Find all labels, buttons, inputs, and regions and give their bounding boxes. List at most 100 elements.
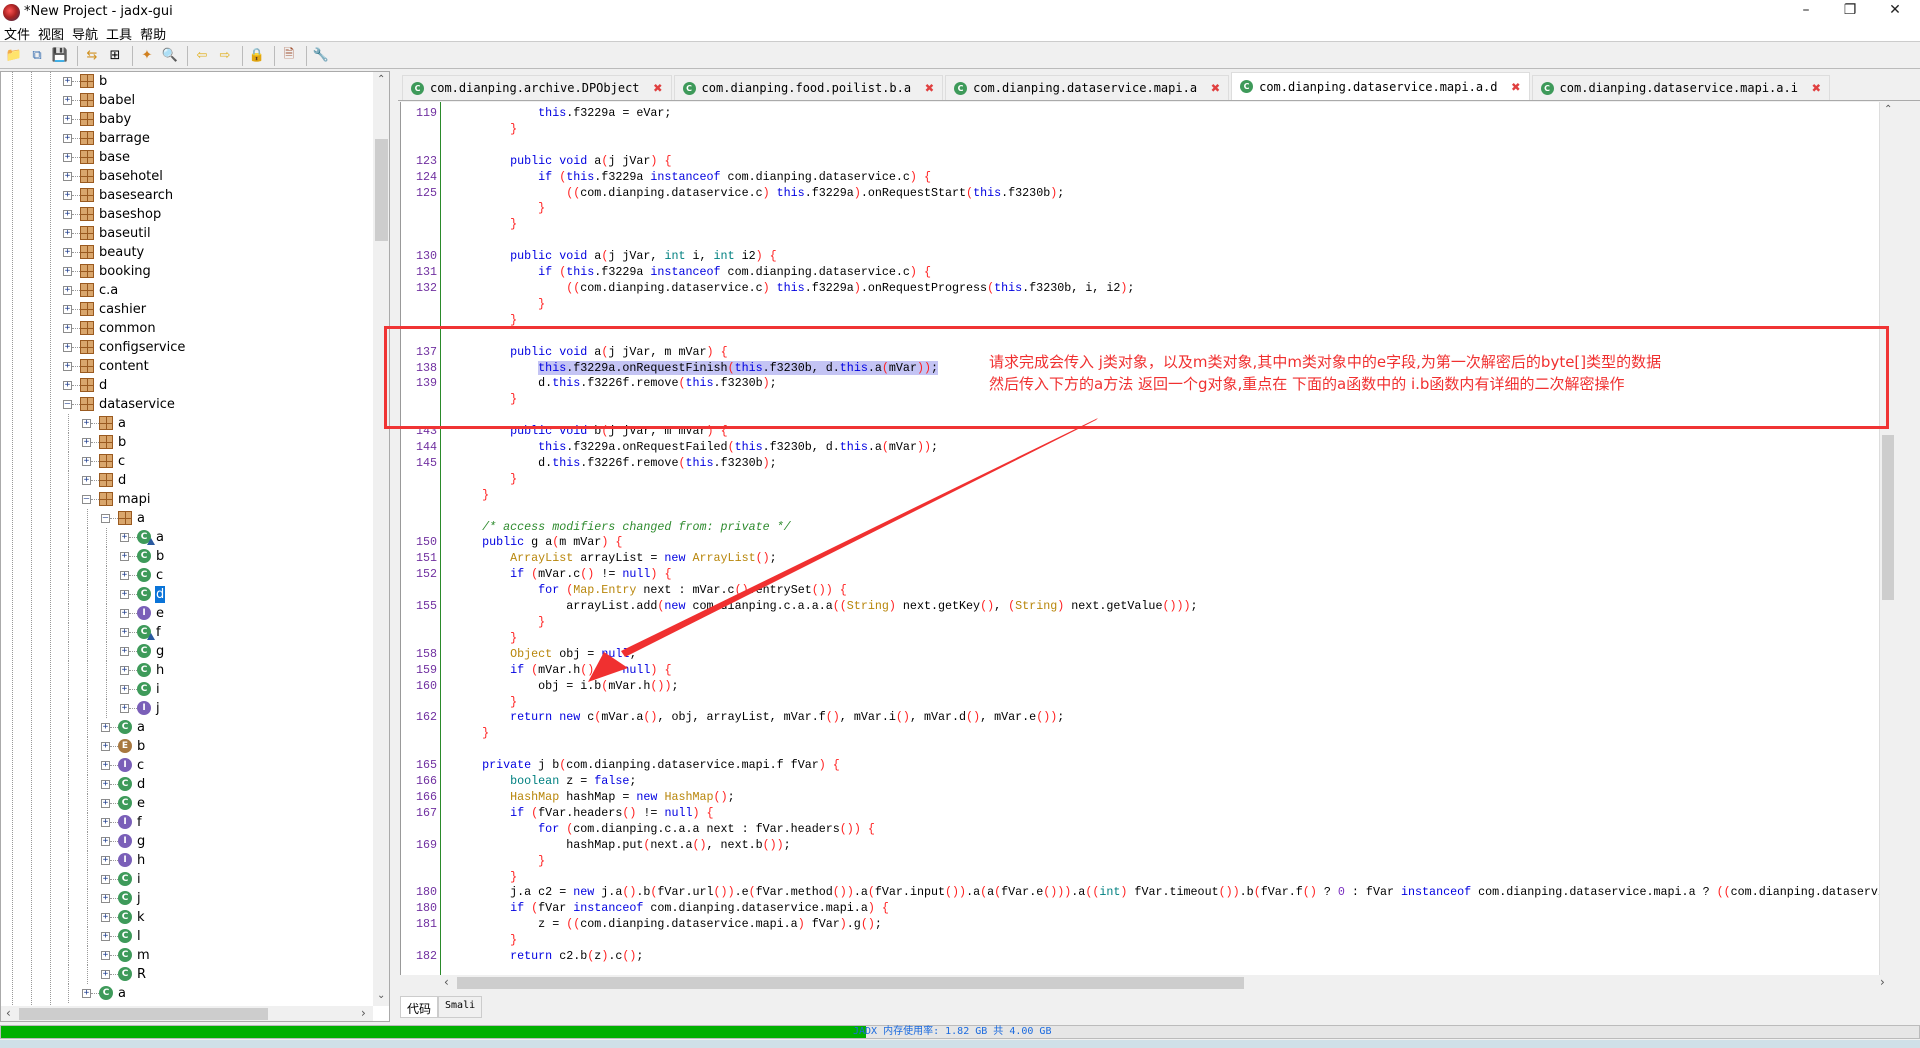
tree-item[interactable]: + Ca (1, 718, 373, 737)
editor-tab[interactable]: Ccom.dianping.archive.DPObject ✖ (402, 75, 672, 100)
deobfuscation-icon[interactable]: 🔒 (247, 46, 267, 66)
code-line[interactable]: 180 if (fVar instanceof com.dianping.dat… (401, 901, 1894, 917)
code-line[interactable]: } (401, 297, 1894, 313)
expand-icon[interactable]: + (63, 305, 72, 314)
code-line[interactable]: } (401, 726, 1894, 742)
scroll-left-icon[interactable]: ‹ (6, 1006, 11, 1020)
code-line[interactable]: } (401, 488, 1894, 504)
editor-tab[interactable]: Ccom.dianping.dataservice.mapi.a ✖ (945, 75, 1230, 100)
expand-icon[interactable]: + (101, 780, 110, 789)
expand-icon[interactable]: + (101, 723, 110, 732)
code-vertical-scrollbar[interactable]: ⌃ (1879, 102, 1894, 975)
code-line[interactable]: } (401, 472, 1894, 488)
close-tab-icon[interactable]: ✖ (1211, 79, 1220, 97)
expand-icon[interactable]: + (63, 362, 72, 371)
tree-item[interactable]: + Ci (1, 870, 373, 889)
tab-smali[interactable]: Smali (438, 996, 483, 1018)
expand-icon[interactable]: + (63, 381, 72, 390)
tree-item[interactable]: + Cg (1, 642, 373, 661)
tree-item[interactable]: + cashier (1, 300, 373, 319)
scroll-right-icon[interactable]: › (361, 1006, 366, 1020)
code-line[interactable]: } (401, 217, 1894, 233)
code-line[interactable]: 159 if (mVar.h() != null) { (401, 663, 1894, 679)
close-icon[interactable]: ✕ (1875, 2, 1915, 24)
expand-icon[interactable]: + (120, 685, 129, 694)
code-line[interactable]: for (com.dianping.c.a.a next : fVar.head… (401, 822, 1894, 838)
tree-item[interactable]: + Ch (1, 661, 373, 680)
collapse-icon[interactable]: – (82, 495, 91, 504)
code-line[interactable]: 180 j.a c2 = new j.a().b(fVar.url()).e(f… (401, 885, 1894, 901)
expand-icon[interactable]: + (101, 875, 110, 884)
tree-item[interactable]: + Ig (1, 832, 373, 851)
expand-icon[interactable]: + (63, 134, 72, 143)
collapse-icon[interactable]: – (63, 400, 72, 409)
expand-icon[interactable]: + (120, 609, 129, 618)
code-line[interactable]: 160 obj = i.b(mVar.h()); (401, 679, 1894, 695)
code-line[interactable] (401, 329, 1894, 345)
scroll-down-icon[interactable]: ⌄ (377, 990, 385, 1001)
code-line[interactable]: } (401, 933, 1894, 949)
expand-icon[interactable]: + (63, 96, 72, 105)
scroll-left-icon[interactable]: ‹ (444, 975, 449, 989)
code-line[interactable]: 124 if (this.f3229a instanceof com.dianp… (401, 170, 1894, 186)
code-line[interactable]: } (401, 313, 1894, 329)
sync-icon[interactable]: ⇆ (82, 46, 102, 66)
code-line[interactable] (401, 233, 1894, 249)
tree-item[interactable]: + baby (1, 110, 373, 129)
close-tab-icon[interactable]: ✖ (925, 79, 934, 97)
split-pane-divider[interactable] (390, 71, 398, 1022)
preferences-icon[interactable]: 🔧 (311, 46, 331, 66)
expand-icon[interactable]: + (120, 571, 129, 580)
decompile-icon[interactable]: ✦ (137, 46, 157, 66)
code-line[interactable]: 158 Object obj = null; (401, 647, 1894, 663)
tree-item[interactable]: + booking (1, 262, 373, 281)
tree-item[interactable]: + Ih (1, 851, 373, 870)
tree-item[interactable]: + Cm (1, 946, 373, 965)
expand-icon[interactable]: + (101, 837, 110, 846)
expand-icon[interactable]: + (63, 343, 72, 352)
tree-item[interactable]: + basehotel (1, 167, 373, 186)
expand-icon[interactable]: + (120, 552, 129, 561)
flatten-icon[interactable]: ⊞ (105, 46, 125, 66)
expand-icon[interactable]: + (120, 628, 129, 637)
code-editor[interactable]: 119 this.f3229a = eVar; } 123 public void… (400, 102, 1894, 975)
tree-item[interactable]: + Eb (1, 737, 373, 756)
tree-item[interactable]: + Cc (1, 566, 373, 585)
tree-item[interactable]: + base (1, 148, 373, 167)
tree-item[interactable]: + Ij (1, 699, 373, 718)
tree-item[interactable]: + Ca (1, 528, 373, 547)
code-line[interactable]: } (401, 122, 1894, 138)
tree-item[interactable]: + Ic (1, 756, 373, 775)
close-tab-icon[interactable]: ✖ (1812, 79, 1821, 97)
expand-icon[interactable]: + (82, 457, 91, 466)
open-file-icon[interactable]: 📁 (4, 46, 24, 66)
code-line[interactable]: } (401, 392, 1894, 408)
code-line[interactable]: 131 if (this.f3229a instanceof com.dianp… (401, 265, 1894, 281)
tree-item[interactable]: + a (1, 414, 373, 433)
expand-icon[interactable]: + (101, 894, 110, 903)
expand-icon[interactable]: + (82, 476, 91, 485)
editor-tab[interactable]: Ccom.dianping.dataservice.mapi.a.i ✖ (1531, 75, 1830, 100)
expand-icon[interactable]: + (120, 533, 129, 542)
code-view[interactable]: 119 this.f3229a = eVar; } 123 public void… (401, 106, 1894, 965)
code-line[interactable]: 119 this.f3229a = eVar; (401, 106, 1894, 122)
tree-item[interactable]: + barrage (1, 129, 373, 148)
restore-icon[interactable]: ❐ (1830, 2, 1870, 24)
back-icon[interactable]: ⇦ (192, 46, 212, 66)
code-line[interactable]: } (401, 854, 1894, 870)
code-line[interactable]: 169 hashMap.put(next.a(), next.b()); (401, 838, 1894, 854)
tree-item[interactable]: + Cl (1, 927, 373, 946)
code-line[interactable]: 167 if (fVar.headers() != null) { (401, 806, 1894, 822)
code-line[interactable]: 155 arrayList.add(new com.dianping.c.a.a… (401, 599, 1894, 615)
expand-icon[interactable]: + (82, 419, 91, 428)
tree-item[interactable]: + Ca (1, 984, 373, 1003)
code-line[interactable]: } (401, 201, 1894, 217)
expand-icon[interactable]: + (63, 286, 72, 295)
tree-item[interactable]: + C R (1, 965, 373, 984)
editor-tab[interactable]: Ccom.dianping.dataservice.mapi.a.d ✖ (1231, 72, 1530, 100)
tree-item[interactable]: + Ie (1, 604, 373, 623)
tree-item[interactable]: + Cb (1, 547, 373, 566)
expand-icon[interactable]: + (63, 229, 72, 238)
tree-item[interactable]: + basesearch (1, 186, 373, 205)
tree-item[interactable]: + b (1, 72, 373, 91)
